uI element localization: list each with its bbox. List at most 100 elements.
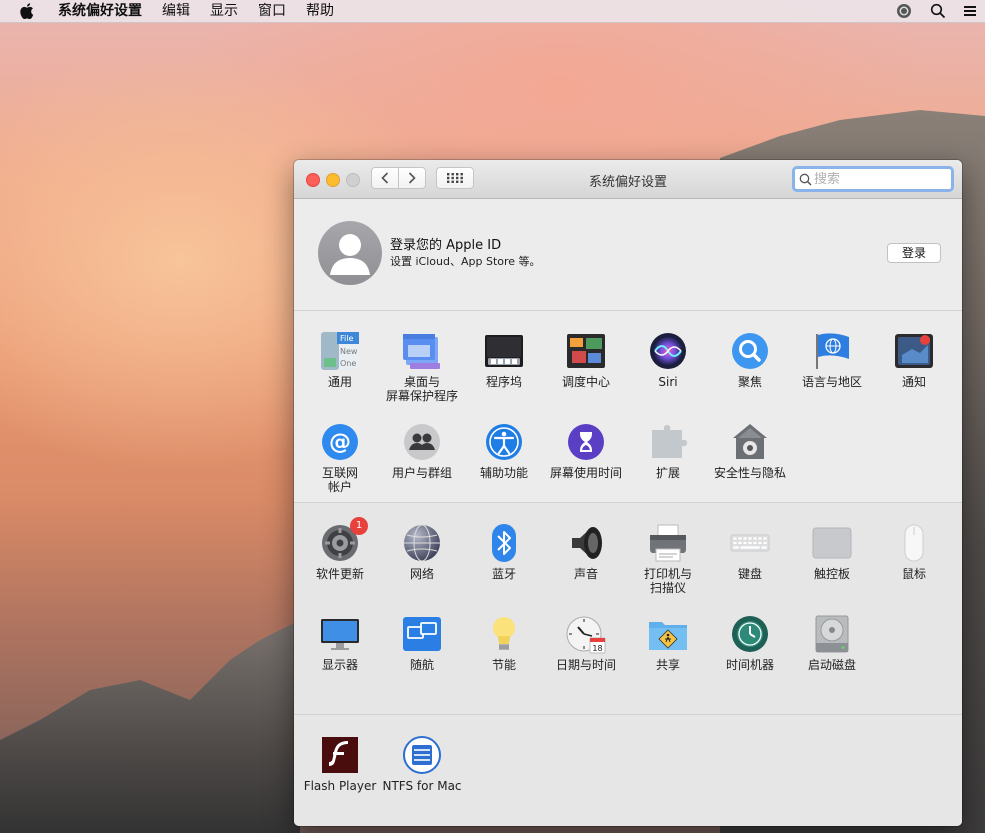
menu-help[interactable]: 帮助 xyxy=(296,0,344,22)
personal-prefs-section: File New One 通用 桌面与 屏幕保护程序 程序坞 调度中心 Siri… xyxy=(294,311,962,503)
pref-bluetooth[interactable]: 蓝牙 xyxy=(463,523,545,581)
pref-notifications[interactable]: 通知 xyxy=(873,331,955,389)
title-bar: 系统偏好设置 xyxy=(294,160,962,199)
apple-id-title: 登录您的 Apple ID xyxy=(390,238,502,253)
mouse-icon xyxy=(894,523,934,563)
pref-label: 用户与群组 xyxy=(391,466,452,480)
svg-text:One: One xyxy=(340,359,356,368)
sidecar-icon xyxy=(402,614,442,654)
pref-energy-saver[interactable]: 节能 xyxy=(463,614,545,672)
apple-id-subtitle: 设置 iCloud、App Store 等。 xyxy=(390,255,541,268)
control-center-icon[interactable] xyxy=(955,4,985,18)
pref-label: 网络 xyxy=(409,567,434,581)
pref-label: 节能 xyxy=(491,658,516,672)
notifications-icon xyxy=(894,331,934,371)
pref-time-machine[interactable]: 时间机器 xyxy=(709,614,791,672)
pref-sound[interactable]: 声音 xyxy=(545,523,627,581)
pref-label: NTFS for Mac xyxy=(382,779,462,793)
search-icon xyxy=(799,173,812,186)
menu-system-preferences[interactable]: 系统偏好设置 xyxy=(48,0,152,22)
keyboard-icon xyxy=(730,523,770,563)
svg-text:@: @ xyxy=(329,430,351,455)
pref-label: 扩展 xyxy=(655,466,680,480)
pref-label: 时间机器 xyxy=(725,658,774,672)
pref-label: 安全性与隐私 xyxy=(713,466,786,480)
extensions-icon xyxy=(648,422,688,462)
general-icon: File New One xyxy=(320,331,360,371)
pref-extensions[interactable]: 扩展 xyxy=(627,422,709,480)
pref-mission-control[interactable]: 调度中心 xyxy=(545,331,627,389)
pref-desktop[interactable]: 桌面与 屏幕保护程序 xyxy=(381,331,463,403)
pref-label: 声音 xyxy=(573,567,598,581)
pref-keyboard[interactable]: 键盘 xyxy=(709,523,791,581)
pref-internet-accounts[interactable]: @ 互联网 帐户 xyxy=(299,422,381,494)
pref-startup-disk[interactable]: 启动磁盘 xyxy=(791,614,873,672)
users-icon xyxy=(402,422,442,462)
apple-menu-icon[interactable] xyxy=(20,3,34,19)
menu-window[interactable]: 窗口 xyxy=(248,0,296,22)
pref-trackpad[interactable]: 触控板 xyxy=(791,523,873,581)
avatar[interactable] xyxy=(318,221,382,285)
pref-label: 互联网 帐户 xyxy=(321,466,358,494)
desktop-icon xyxy=(402,331,442,371)
pref-dock[interactable]: 程序坞 xyxy=(463,331,545,389)
pref-printers[interactable]: 打印机与 扫描仪 xyxy=(627,523,709,595)
pref-software-update[interactable]: 1 软件更新 xyxy=(299,517,381,581)
pref-label: 程序坞 xyxy=(485,375,522,389)
siri-icon xyxy=(648,331,688,371)
pref-label: 触控板 xyxy=(813,567,850,581)
login-button[interactable]: 登录 xyxy=(887,243,941,263)
pref-label: 键盘 xyxy=(737,567,762,581)
spotlight-menu-icon[interactable] xyxy=(921,3,955,19)
menu-view[interactable]: 显示 xyxy=(200,0,248,22)
svg-text:New: New xyxy=(340,347,358,356)
menu-bar: 系统偏好设置 编辑 显示 窗口 帮助 xyxy=(0,0,985,23)
pref-screen-time[interactable]: 屏幕使用时间 xyxy=(545,422,627,480)
accessibility-icon xyxy=(484,422,524,462)
pref-network[interactable]: 网络 xyxy=(381,523,463,581)
pref-accessibility[interactable]: 辅助功能 xyxy=(463,422,545,480)
pref-users[interactable]: 用户与群组 xyxy=(381,422,463,480)
dock-icon xyxy=(484,331,524,371)
update-count-badge: 1 xyxy=(350,517,368,535)
pref-label: 语言与地区 xyxy=(801,375,862,389)
pref-label: 聚焦 xyxy=(737,375,762,389)
pref-sidecar[interactable]: 随航 xyxy=(381,614,463,672)
security-icon xyxy=(730,422,770,462)
pref-label: Siri xyxy=(658,375,678,389)
pref-sharing[interactable]: 共享 xyxy=(627,614,709,672)
search-field[interactable] xyxy=(792,166,954,192)
system-preferences-window: 系统偏好设置 登录您的 Apple ID 设置 iCloud、App Store… xyxy=(294,160,962,826)
displays-icon xyxy=(320,614,360,654)
pref-label: 打印机与 扫描仪 xyxy=(643,567,692,595)
pref-label: 显示器 xyxy=(321,658,358,672)
pref-label: 辅助功能 xyxy=(479,466,528,480)
pref-security[interactable]: 安全性与隐私 xyxy=(709,422,791,480)
pref-date-time[interactable]: 18 日期与时间 xyxy=(545,614,627,672)
network-icon xyxy=(402,523,442,563)
search-input[interactable] xyxy=(812,171,944,187)
pref-ntfs[interactable]: NTFS for Mac xyxy=(381,735,463,793)
pref-siri[interactable]: Siri xyxy=(627,331,709,389)
pref-flash-player[interactable]: Flash Player xyxy=(299,735,381,793)
apple-id-banner: 登录您的 Apple ID 设置 iCloud、App Store 等。 登录 xyxy=(294,199,962,311)
pref-mouse[interactable]: 鼠标 xyxy=(873,523,955,581)
pref-general[interactable]: File New One 通用 xyxy=(299,331,381,389)
screen-time-icon xyxy=(566,422,606,462)
svg-text:18: 18 xyxy=(592,644,602,653)
mission-control-icon xyxy=(566,331,606,371)
other-prefs-section: Flash Player NTFS for Mac xyxy=(294,715,962,826)
time-machine-icon xyxy=(730,614,770,654)
screen-record-icon[interactable] xyxy=(887,3,921,19)
menu-edit[interactable]: 编辑 xyxy=(152,0,200,22)
pref-label: 启动磁盘 xyxy=(807,658,856,672)
language-icon xyxy=(812,331,852,371)
pref-language[interactable]: 语言与地区 xyxy=(791,331,873,389)
pref-label: 桌面与 屏幕保护程序 xyxy=(385,375,458,403)
pref-label: 鼠标 xyxy=(901,567,926,581)
pref-displays[interactable]: 显示器 xyxy=(299,614,381,672)
energy-saver-icon xyxy=(484,614,524,654)
pref-spotlight[interactable]: 聚焦 xyxy=(709,331,791,389)
printer-icon xyxy=(648,523,688,563)
pref-label: 调度中心 xyxy=(561,375,610,389)
